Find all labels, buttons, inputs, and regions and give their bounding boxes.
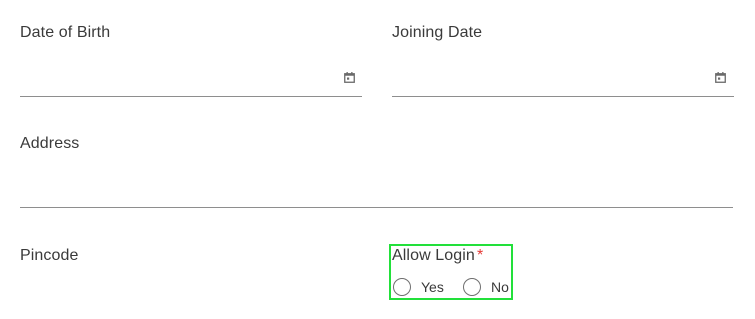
pincode-label: Pincode — [20, 247, 79, 264]
employee-form: Date of Birth Joining Date Address Pinco… — [0, 0, 755, 319]
allow-login-label: Allow Login * — [392, 247, 483, 265]
allow-login-label-text: Allow Login — [392, 247, 475, 264]
address-input[interactable] — [20, 176, 733, 204]
radio-option-yes[interactable]: Yes — [393, 278, 444, 296]
radio-label-yes: Yes — [421, 279, 444, 295]
date-of-birth-label: Date of Birth — [20, 24, 111, 41]
address-underline — [20, 207, 733, 208]
radio-button-yes[interactable] — [393, 278, 411, 296]
date-of-birth-underline — [20, 96, 362, 97]
joining-date-underline — [392, 96, 734, 97]
radio-option-no[interactable]: No — [463, 278, 509, 296]
calendar-icon[interactable] — [344, 72, 355, 83]
radio-button-no[interactable] — [463, 278, 481, 296]
radio-label-no: No — [491, 279, 509, 295]
calendar-icon[interactable] — [715, 72, 726, 83]
joining-date-input[interactable] — [392, 66, 708, 94]
date-of-birth-input[interactable] — [20, 66, 338, 94]
joining-date-label: Joining Date — [392, 24, 483, 41]
address-label: Address — [20, 135, 80, 152]
required-asterisk: * — [476, 247, 484, 264]
